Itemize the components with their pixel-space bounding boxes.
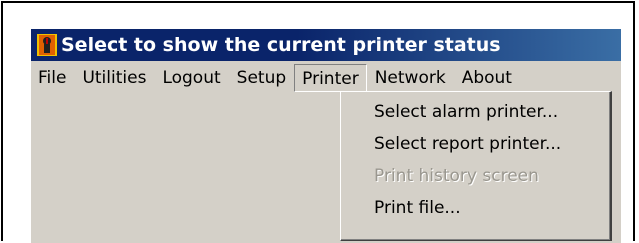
menu-logout[interactable]: Logout [154,64,228,92]
menu-utilities[interactable]: Utilities [74,64,154,92]
printer-status-icon [37,34,57,56]
title-bar[interactable]: Select to show the current printer statu… [31,29,621,61]
menu-item-select-report-printer[interactable]: Select report printer... [341,128,610,160]
menu-item-select-alarm-printer[interactable]: Select alarm printer... [341,96,610,128]
menu-item-print-history-screen: Print history screen [374,166,539,186]
menu-about[interactable]: About [454,64,520,92]
menu-item-print-file[interactable]: Print file... [341,192,610,224]
window-title: Select to show the current printer statu… [61,34,501,56]
menu-network[interactable]: Network [367,64,454,92]
menu-setup[interactable]: Setup [229,64,294,92]
application-window: Select to show the current printer statu… [31,29,621,243]
menu-printer[interactable]: Printer [294,63,367,92]
menu-bar: File Utilities Logout Setup Printer Netw… [31,61,621,94]
menu-file[interactable]: File [31,64,74,92]
screenshot-frame: Select to show the current printer statu… [1,1,635,243]
printer-dropdown-menu: Select alarm printer... Select report pr… [340,91,612,241]
